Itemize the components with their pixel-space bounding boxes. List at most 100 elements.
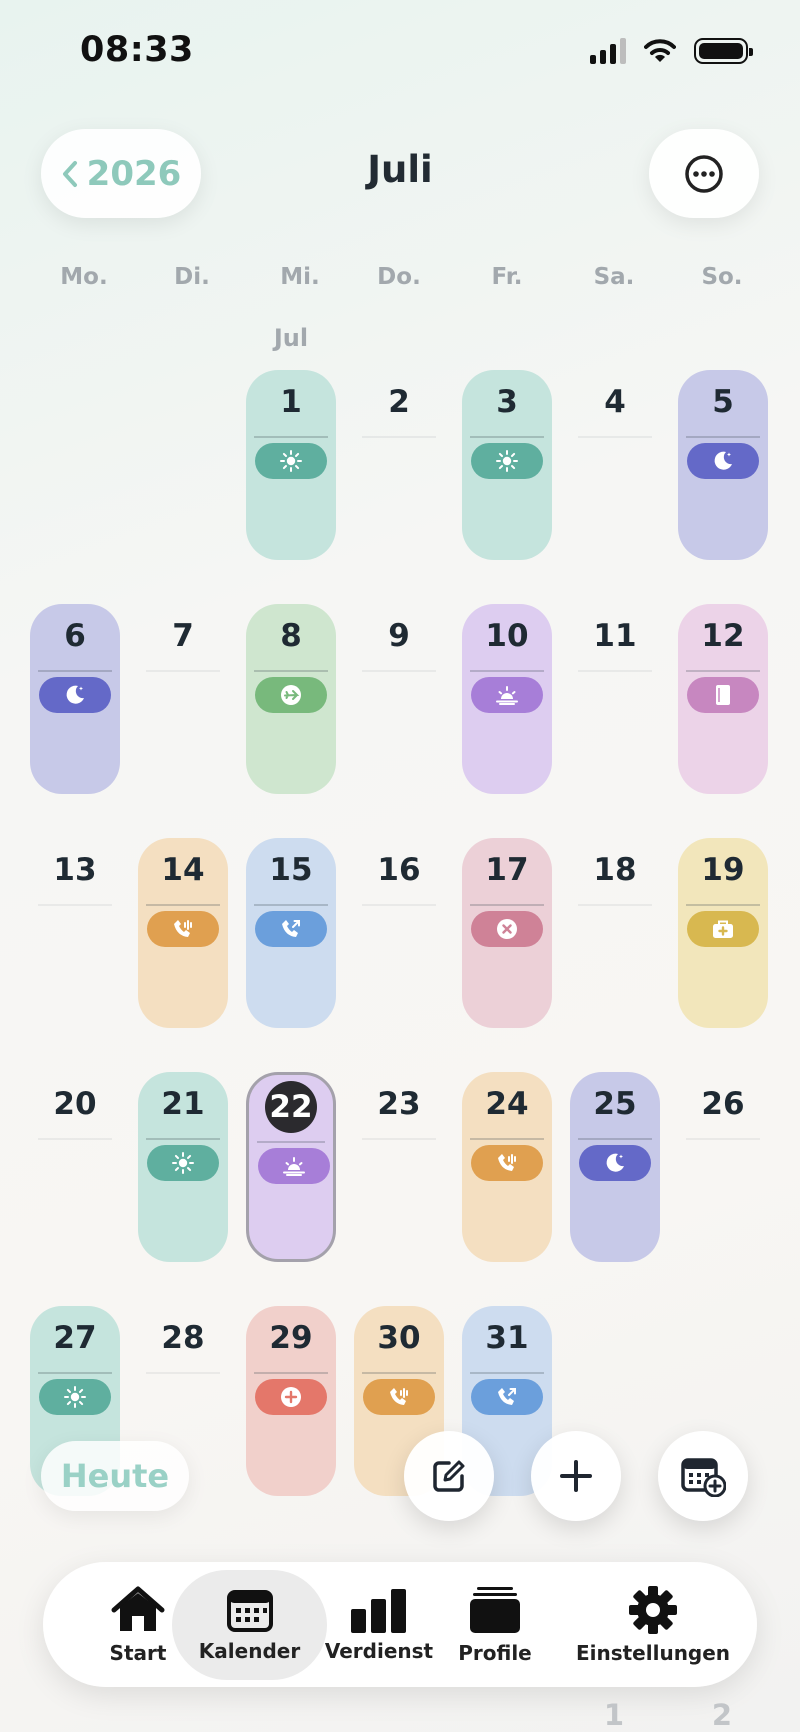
calendar-day[interactable]: 20 xyxy=(30,1072,120,1262)
calendar-day[interactable]: 9 xyxy=(354,604,444,794)
gear-icon xyxy=(629,1586,677,1634)
tab-verdienst[interactable]: Verdienst xyxy=(324,1570,434,1680)
day-separator xyxy=(362,904,436,906)
calendar-day[interactable]: 13 xyxy=(30,838,120,1028)
ellipsis-circle-icon xyxy=(685,154,723,193)
day-number: 21 xyxy=(161,1086,205,1122)
shift-badge xyxy=(255,911,327,947)
day-number: 9 xyxy=(388,618,410,654)
day-number: 8 xyxy=(280,618,302,654)
calendar-day[interactable]: 24 xyxy=(462,1072,552,1262)
moon-icon xyxy=(606,1153,624,1172)
calendar-day[interactable]: 21 xyxy=(138,1072,228,1262)
calendar-day[interactable]: 2 xyxy=(354,370,444,560)
calendar-day[interactable]: 4 xyxy=(570,370,660,560)
day-separator xyxy=(362,1138,436,1140)
calendar-day[interactable]: 23 xyxy=(354,1072,444,1262)
calendar-day[interactable]: 11 xyxy=(570,604,660,794)
add-calendar-button[interactable] xyxy=(658,1431,748,1521)
tab-profile[interactable]: Profile xyxy=(450,1570,540,1680)
day-number: 11 xyxy=(593,618,637,654)
calendar-day[interactable]: 12 xyxy=(678,604,768,794)
calendar-day[interactable]: 6 xyxy=(30,604,120,794)
tab-label: Verdienst xyxy=(324,1639,434,1663)
calendar-day[interactable]: 18 xyxy=(570,838,660,1028)
wifi-icon xyxy=(644,39,676,62)
tab-label: Start xyxy=(109,1641,167,1665)
edit-button[interactable] xyxy=(404,1431,494,1521)
battery-icon xyxy=(694,38,753,64)
day-number: 28 xyxy=(161,1320,205,1356)
phone-icon xyxy=(390,1388,408,1405)
shift-badge xyxy=(147,911,219,947)
next-month-day: 2 xyxy=(711,1698,733,1732)
day-number: 14 xyxy=(161,852,205,888)
calendar-day[interactable]: 5 xyxy=(678,370,768,560)
day-separator xyxy=(686,904,760,906)
day-number: 6 xyxy=(64,618,86,654)
more-options-button[interactable] xyxy=(649,129,759,218)
calendar-day[interactable]: 26 xyxy=(678,1072,768,1262)
calendar-day[interactable]: 19 xyxy=(678,838,768,1028)
day-number: 30 xyxy=(377,1320,421,1356)
day-separator xyxy=(362,436,436,438)
day-number: 4 xyxy=(604,384,626,420)
day-number: 2 xyxy=(388,384,410,420)
day-number: 31 xyxy=(485,1320,529,1356)
day-number: 16 xyxy=(377,852,421,888)
calendar-day[interactable]: 1 xyxy=(246,370,336,560)
weekday-label: Fr. xyxy=(491,264,523,290)
calendar-day[interactable]: 29 xyxy=(246,1306,336,1496)
cellular-signal-icon xyxy=(590,38,626,64)
calendar-day[interactable]: 14 xyxy=(138,838,228,1028)
day-number: 5 xyxy=(712,384,734,420)
shift-badge xyxy=(471,1379,543,1415)
calendar-day[interactable]: 22 xyxy=(246,1072,336,1262)
tab-kalender[interactable]: Kalender xyxy=(172,1570,327,1680)
calendar-day[interactable]: 17 xyxy=(462,838,552,1028)
day-separator xyxy=(578,436,652,438)
sun-icon xyxy=(172,1152,194,1174)
medkit-icon xyxy=(713,920,733,938)
month-label: Jul xyxy=(273,324,309,352)
day-separator xyxy=(686,1138,760,1140)
day-number: 22 xyxy=(249,1075,333,1139)
book-icon xyxy=(716,685,730,705)
shift-badge xyxy=(255,443,327,479)
day-separator xyxy=(38,1138,112,1140)
shift-badge xyxy=(39,1379,111,1415)
day-separator xyxy=(578,904,652,906)
weekday-label: Mi. xyxy=(280,264,320,290)
day-separator xyxy=(578,670,652,672)
shift-badge xyxy=(471,677,543,713)
calendar-day[interactable]: 16 xyxy=(354,838,444,1028)
day-separator xyxy=(146,1138,220,1140)
calendar-day[interactable]: 15 xyxy=(246,838,336,1028)
moon-icon xyxy=(714,451,732,470)
shift-badge xyxy=(255,677,327,713)
calendar-day[interactable]: 25 xyxy=(570,1072,660,1262)
calendar-day[interactable]: 10 xyxy=(462,604,552,794)
day-separator xyxy=(254,436,328,438)
add-button[interactable] xyxy=(531,1431,621,1521)
day-separator xyxy=(470,670,544,672)
calendar-day[interactable]: 3 xyxy=(462,370,552,560)
calendar-day[interactable]: 8 xyxy=(246,604,336,794)
day-number: 19 xyxy=(701,852,745,888)
weekday-label: Mo. xyxy=(60,264,108,290)
day-number: 29 xyxy=(269,1320,313,1356)
day-separator xyxy=(146,1372,220,1374)
weekday-label: Do. xyxy=(377,264,421,290)
shift-badge xyxy=(687,443,759,479)
day-separator xyxy=(146,904,220,906)
today-button[interactable]: Heute xyxy=(41,1441,189,1511)
day-separator xyxy=(470,1372,544,1374)
day-number: 25 xyxy=(593,1086,637,1122)
day-separator xyxy=(470,436,544,438)
calendar-day[interactable]: 7 xyxy=(138,604,228,794)
edit-icon xyxy=(433,1460,465,1492)
day-separator xyxy=(257,1141,325,1143)
plane-icon xyxy=(281,685,301,705)
tab-label: Profile xyxy=(458,1641,532,1665)
tab-einstellungen[interactable]: Einstellungen xyxy=(576,1570,730,1680)
